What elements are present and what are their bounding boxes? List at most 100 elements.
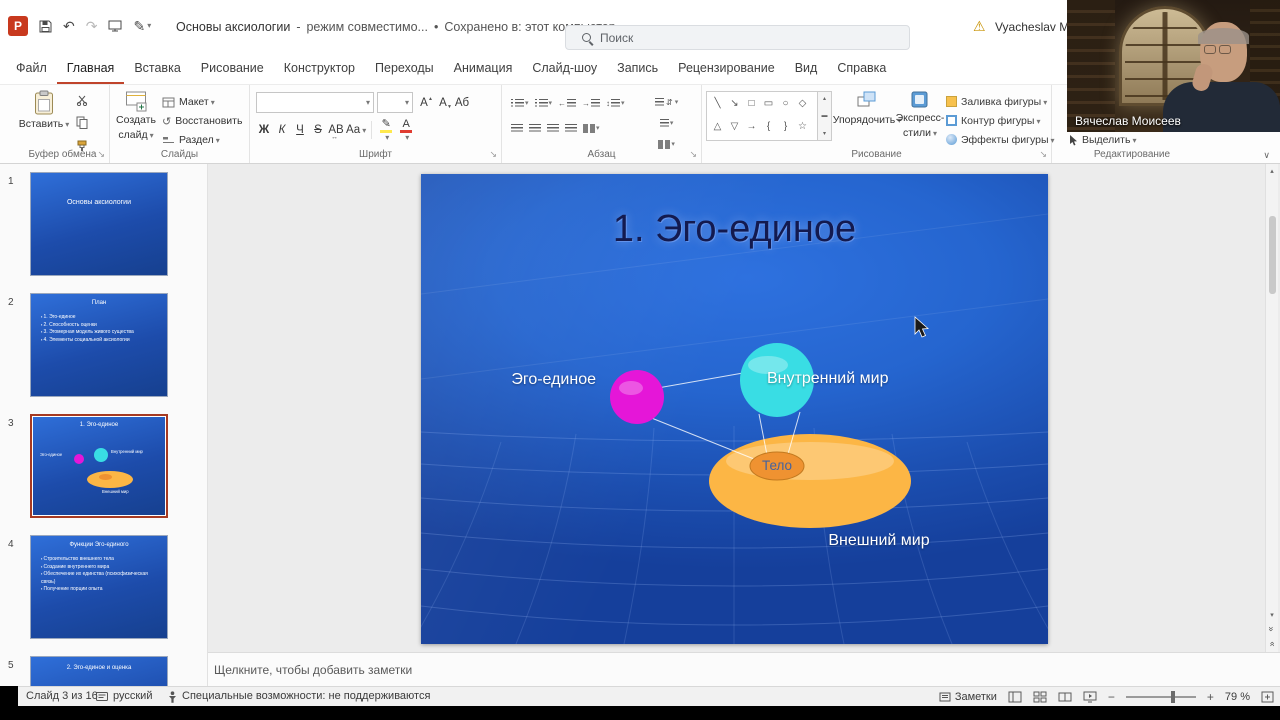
reading-view-button[interactable]	[1058, 691, 1072, 703]
columns-button[interactable]: ▾	[582, 119, 601, 137]
reset-button[interactable]: ↺ Восстановить	[162, 112, 242, 130]
highlight-color-button[interactable]: ✎	[377, 118, 395, 142]
select-button[interactable]: Выделить	[1068, 134, 1136, 146]
document-title[interactable]: Основы аксиологии - режим совместимо... …	[176, 0, 628, 54]
shapes-gallery[interactable]: ╲ ↘ □ ▭ ○ ◇ △ ▽ → { } ☆	[706, 91, 818, 141]
tab-record[interactable]: Запись	[607, 54, 668, 84]
scroll-up-icon[interactable]: ▴	[1270, 167, 1274, 175]
paste-button[interactable]: Вставить	[19, 90, 68, 131]
save-icon[interactable]	[39, 20, 52, 33]
tab-animations[interactable]: Анимация	[444, 54, 523, 84]
shape-arrow-right-icon[interactable]: →	[747, 121, 757, 132]
bold-button[interactable]: Ж	[256, 121, 272, 139]
tab-design[interactable]: Конструктор	[274, 54, 365, 84]
slide-thumbnail-panel[interactable]: 1 Основы аксиологии 2 План 1. Эго-единое…	[0, 164, 208, 686]
increase-font-icon[interactable]: А	[416, 94, 433, 112]
shapes-gallery-scroll[interactable]: ▴ ▬ ▾	[818, 91, 832, 141]
shape-rect-icon[interactable]: ▭	[764, 98, 773, 109]
underline-button[interactable]: Ч	[292, 121, 308, 139]
decrease-indent-button[interactable]: ←	[557, 94, 577, 112]
copy-icon[interactable]	[76, 116, 88, 134]
font-dialog-launcher[interactable]: ↘	[489, 149, 497, 160]
slide-canvas[interactable]: 1. Эго-единое Эго-единое Внутренний мир …	[421, 174, 1048, 644]
font-size-combo[interactable]	[377, 92, 413, 113]
slide-sorter-view-button[interactable]	[1033, 691, 1047, 703]
previous-slide-icon[interactable]: »	[1267, 626, 1277, 631]
font-color-button[interactable]: А	[397, 118, 415, 142]
collapse-ribbon-icon[interactable]: ∨	[1263, 150, 1270, 161]
cut-icon[interactable]	[76, 93, 88, 111]
search-input[interactable]: Поиск	[565, 25, 910, 50]
start-slideshow-icon[interactable]	[108, 20, 122, 32]
shape-triangle-icon[interactable]: △	[714, 121, 722, 132]
label-body[interactable]: Тело	[751, 458, 803, 473]
tab-home[interactable]: Главная	[56, 54, 125, 84]
tab-transitions[interactable]: Переходы	[365, 54, 444, 84]
change-case-button[interactable]: Аа	[346, 121, 366, 139]
increase-indent-button[interactable]: →	[581, 94, 601, 112]
label-inner-world[interactable]: Внутренний мир	[767, 370, 888, 388]
slide-thumbnail-4[interactable]: Функции Эго-единого Строительство внешне…	[30, 535, 168, 639]
font-name-combo[interactable]	[256, 92, 374, 113]
fit-slide-button[interactable]	[1261, 691, 1274, 703]
shape-triangle-down-icon[interactable]: ▽	[731, 121, 739, 132]
shape-circle-icon[interactable]: ○	[782, 98, 788, 109]
numbered-list-button[interactable]: ▾	[534, 94, 554, 112]
next-slide-icon[interactable]: »	[1267, 641, 1277, 646]
language-indicator[interactable]: русский	[113, 690, 152, 702]
shape-star-icon[interactable]: ☆	[798, 121, 807, 132]
paragraph-dialog-launcher[interactable]: ↘	[689, 149, 697, 160]
arrange-button[interactable]: Упорядочить	[833, 90, 895, 127]
accessibility-status[interactable]: Специальные возможности: не поддерживают…	[182, 690, 430, 702]
tab-draw[interactable]: Рисование	[191, 54, 274, 84]
notes-toggle-button[interactable]: Заметки	[939, 691, 997, 703]
shape-brace-left-icon[interactable]: {	[767, 121, 770, 132]
ego-circle[interactable]	[610, 370, 664, 424]
tab-view[interactable]: Вид	[785, 54, 828, 84]
undo-icon[interactable]: ↶	[63, 19, 75, 33]
zoom-slider-thumb[interactable]	[1170, 691, 1175, 703]
gallery-expand-icon[interactable]: ▬	[822, 113, 828, 119]
scroll-down-icon[interactable]: ▾	[823, 130, 826, 137]
slide-thumbnail-2[interactable]: План 1. Эго-единое 2. Способность оценки…	[30, 293, 168, 397]
zoom-out-button[interactable]: −	[1108, 690, 1115, 704]
vertical-scrollbar[interactable]: ▴ ▾ » »	[1265, 164, 1278, 652]
shape-brace-right-icon[interactable]: }	[784, 121, 787, 132]
new-slide-button[interactable]: Создать слайд	[114, 90, 158, 141]
section-button[interactable]: Раздел	[162, 131, 242, 149]
bullet-list-button[interactable]: ▾	[510, 94, 530, 112]
zoom-in-button[interactable]: +	[1207, 690, 1214, 704]
redo-icon[interactable]: ↷	[86, 19, 98, 33]
character-spacing-button[interactable]: АВ	[328, 121, 344, 141]
align-right-button[interactable]	[546, 119, 560, 137]
draw-pen-icon[interactable]: ✎	[133, 19, 151, 33]
strikethrough-button[interactable]: S	[310, 121, 326, 139]
italic-button[interactable]: К	[274, 121, 290, 139]
slideshow-view-button[interactable]	[1083, 691, 1097, 703]
text-direction-button[interactable]: ⇵ ▾	[654, 93, 679, 111]
drawing-dialog-launcher[interactable]: ↘	[1039, 149, 1047, 160]
scroll-down-icon[interactable]: ▾	[1270, 611, 1274, 619]
shape-effects-button[interactable]: Эффекты фигуры	[946, 131, 1055, 148]
shape-fill-button[interactable]: Заливка фигуры	[946, 93, 1055, 110]
notes-panel[interactable]: Щелкните, чтобы добавить заметки	[208, 652, 1280, 686]
tab-review[interactable]: Рецензирование	[668, 54, 785, 84]
shape-square-icon[interactable]: □	[748, 98, 754, 109]
slide-thumbnail-1[interactable]: Основы аксиологии	[30, 172, 168, 276]
clipboard-dialog-launcher[interactable]: ↘	[97, 149, 105, 160]
shape-line-icon[interactable]: ╲	[714, 98, 720, 109]
notes-placeholder[interactable]: Щелкните, чтобы добавить заметки	[214, 663, 412, 677]
align-center-button[interactable]	[528, 119, 542, 137]
slide-thumbnail-3-selected[interactable]: 1. Эго-единое Эго-единое Внутренний мир …	[30, 414, 168, 518]
warning-icon[interactable]: ⚠	[973, 18, 986, 35]
powerpoint-logo[interactable]: P	[8, 16, 28, 36]
shape-outline-button[interactable]: Контур фигуры	[946, 112, 1055, 129]
label-ego[interactable]: Эго-единое	[496, 371, 596, 389]
label-outer-world[interactable]: Внешний мир	[819, 532, 939, 550]
layout-button[interactable]: Макет	[162, 93, 242, 111]
quick-styles-button[interactable]: Экспресс- стили	[894, 90, 946, 139]
scroll-up-icon[interactable]: ▴	[823, 95, 826, 102]
shape-arrow-icon[interactable]: ↘	[730, 98, 738, 109]
align-left-button[interactable]	[510, 119, 524, 137]
tab-insert[interactable]: Вставка	[124, 54, 190, 84]
